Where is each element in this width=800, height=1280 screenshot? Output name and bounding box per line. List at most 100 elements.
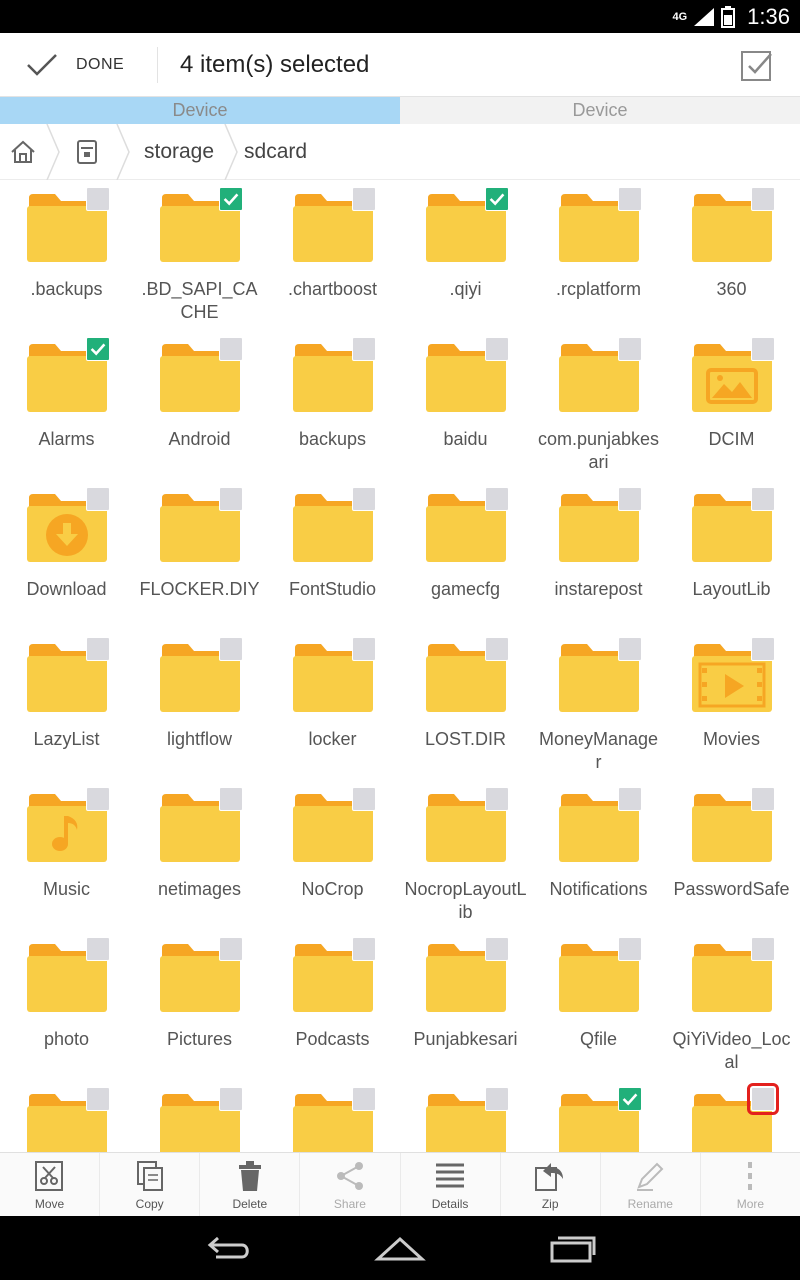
back-icon[interactable] <box>202 1233 254 1263</box>
folder-item[interactable] <box>133 1080 266 1152</box>
share-button[interactable]: Share <box>300 1153 401 1216</box>
select-checkbox[interactable] <box>618 937 642 961</box>
select-checkbox[interactable] <box>751 937 775 961</box>
folder-item[interactable]: .qiyi <box>399 180 532 330</box>
select-checkbox[interactable] <box>618 337 642 361</box>
folder-item[interactable]: backups <box>266 330 399 480</box>
select-checkbox[interactable] <box>219 337 243 361</box>
select-checkbox[interactable] <box>219 637 243 661</box>
select-checkbox[interactable] <box>751 187 775 211</box>
folder-item[interactable]: LayoutLib <box>665 480 798 630</box>
select-checkbox[interactable] <box>219 187 243 211</box>
select-checkbox[interactable] <box>352 337 376 361</box>
folder-item[interactable] <box>532 1080 665 1152</box>
folder-item[interactable]: Punjabkesari <box>399 930 532 1080</box>
select-checkbox[interactable] <box>485 1087 509 1111</box>
folder-item[interactable]: Movies <box>665 630 798 780</box>
rename-button[interactable]: Rename <box>601 1153 701 1216</box>
select-checkbox[interactable] <box>618 1087 642 1111</box>
breadcrumb-device[interactable] <box>52 123 130 180</box>
select-checkbox[interactable] <box>751 487 775 511</box>
select-checkbox[interactable] <box>352 637 376 661</box>
select-checkbox[interactable] <box>352 937 376 961</box>
select-checkbox[interactable] <box>86 937 110 961</box>
folder-item[interactable]: LazyList <box>0 630 133 780</box>
folder-item[interactable]: Pictures <box>133 930 266 1080</box>
select-checkbox[interactable] <box>219 1087 243 1111</box>
select-checkbox[interactable] <box>86 1087 110 1111</box>
select-checkbox[interactable] <box>747 1083 779 1115</box>
delete-button[interactable]: Delete <box>200 1153 301 1216</box>
folder-item[interactable]: FLOCKER.DIY <box>133 480 266 630</box>
select-checkbox[interactable] <box>751 337 775 361</box>
move-button[interactable]: Move <box>0 1153 101 1216</box>
folder-item[interactable]: Alarms <box>0 330 133 480</box>
tab-device-1[interactable]: Device <box>0 97 400 124</box>
select-checkbox[interactable] <box>86 187 110 211</box>
select-checkbox[interactable] <box>86 787 110 811</box>
select-checkbox[interactable] <box>352 787 376 811</box>
select-checkbox[interactable] <box>485 487 509 511</box>
select-all-icon[interactable] <box>740 48 774 82</box>
select-checkbox[interactable] <box>86 637 110 661</box>
folder-item[interactable]: NoCrop <box>266 780 399 930</box>
folder-item[interactable]: netimages <box>133 780 266 930</box>
folder-item[interactable] <box>665 1080 798 1152</box>
select-checkbox[interactable] <box>618 787 642 811</box>
folder-item[interactable]: FontStudio <box>266 480 399 630</box>
select-checkbox[interactable] <box>485 337 509 361</box>
select-checkbox[interactable] <box>618 487 642 511</box>
select-checkbox[interactable] <box>485 187 509 211</box>
folder-item[interactable]: gamecfg <box>399 480 532 630</box>
folder-item[interactable]: DCIM <box>665 330 798 480</box>
folder-item[interactable]: MoneyManager <box>532 630 665 780</box>
select-checkbox[interactable] <box>219 487 243 511</box>
folder-item[interactable]: 360 <box>665 180 798 330</box>
folder-item[interactable]: Notifications <box>532 780 665 930</box>
folder-item[interactable]: Qfile <box>532 930 665 1080</box>
folder-item[interactable]: Podcasts <box>266 930 399 1080</box>
home-nav-icon[interactable] <box>374 1233 426 1263</box>
folder-item[interactable]: .backups <box>0 180 133 330</box>
breadcrumb-home[interactable] <box>0 123 60 180</box>
folder-item[interactable]: Android <box>133 330 266 480</box>
folder-item[interactable]: instarepost <box>532 480 665 630</box>
folder-item[interactable]: .rcplatform <box>532 180 665 330</box>
folder-item[interactable] <box>266 1080 399 1152</box>
tab-device-2[interactable]: Device <box>400 97 800 124</box>
select-checkbox[interactable] <box>485 637 509 661</box>
folder-item[interactable]: .chartboost <box>266 180 399 330</box>
select-checkbox[interactable] <box>86 487 110 511</box>
select-checkbox[interactable] <box>618 637 642 661</box>
details-button[interactable]: Details <box>401 1153 501 1216</box>
folder-item[interactable]: PasswordSafe <box>665 780 798 930</box>
folder-item[interactable]: Music <box>0 780 133 930</box>
select-checkbox[interactable] <box>352 487 376 511</box>
breadcrumb-sdcard[interactable]: sdcard <box>230 124 321 180</box>
folder-item[interactable]: NocropLayoutLib <box>399 780 532 930</box>
folder-item[interactable] <box>0 1080 133 1152</box>
folder-item[interactable]: QiYiVideo_Local <box>665 930 798 1080</box>
folder-item[interactable]: baidu <box>399 330 532 480</box>
select-checkbox[interactable] <box>352 187 376 211</box>
folder-item[interactable]: lightflow <box>133 630 266 780</box>
select-checkbox[interactable] <box>751 787 775 811</box>
folder-item[interactable]: .BD_SAPI_CACHE <box>133 180 266 330</box>
folder-item[interactable]: photo <box>0 930 133 1080</box>
breadcrumb-storage[interactable]: storage <box>122 123 238 180</box>
folder-item[interactable]: LOST.DIR <box>399 630 532 780</box>
folder-item[interactable]: locker <box>266 630 399 780</box>
select-checkbox[interactable] <box>86 337 110 361</box>
select-checkbox[interactable] <box>485 937 509 961</box>
select-checkbox[interactable] <box>219 787 243 811</box>
folder-item[interactable]: Download <box>0 480 133 630</box>
recents-icon[interactable] <box>546 1233 598 1263</box>
select-checkbox[interactable] <box>219 937 243 961</box>
select-checkbox[interactable] <box>618 187 642 211</box>
zip-button[interactable]: Zip <box>501 1153 601 1216</box>
select-checkbox[interactable] <box>485 787 509 811</box>
select-checkbox[interactable] <box>751 637 775 661</box>
copy-button[interactable]: Copy <box>100 1153 201 1216</box>
done-button[interactable]: DONE <box>0 46 158 83</box>
more-button[interactable]: More <box>701 1153 800 1216</box>
